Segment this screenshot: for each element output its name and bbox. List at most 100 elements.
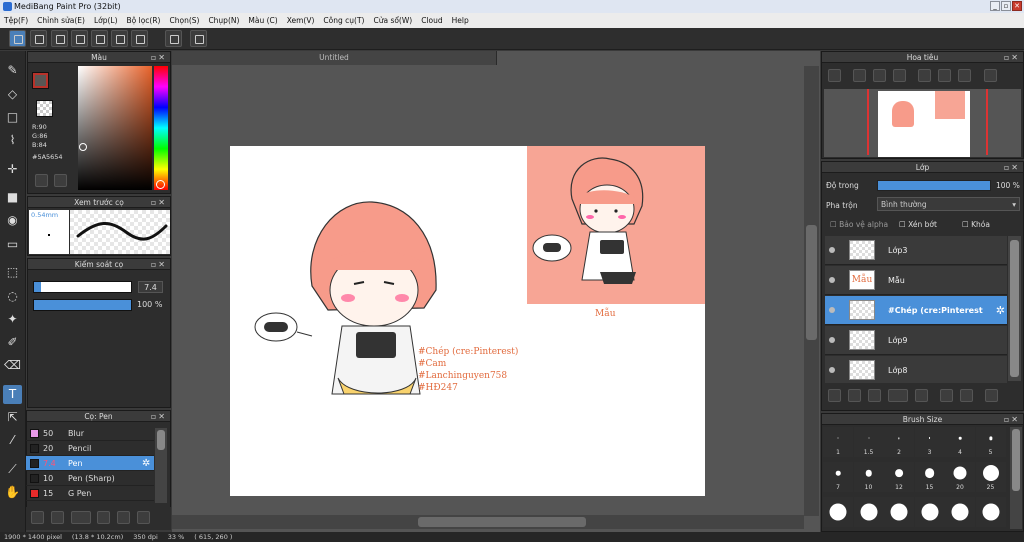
brush-copy-icon[interactable] [137, 511, 150, 524]
gradient-tool-icon[interactable]: ▭ [3, 235, 22, 254]
eyedropper-pen-icon[interactable]: ⁄ [3, 431, 22, 450]
horizontal-scroll-thumb[interactable] [418, 517, 586, 527]
brush-size-preset[interactable]: 4 [945, 427, 975, 457]
size-value[interactable]: 7.4 [138, 281, 163, 293]
new-halftone-layer-icon[interactable] [848, 389, 861, 402]
brush-size-preset[interactable] [823, 497, 853, 527]
eraser-tool-icon[interactable]: ◇ [3, 85, 22, 104]
brush-list-item[interactable]: 10 Pen (Sharp) [26, 471, 154, 486]
layer-opacity-slider[interactable] [877, 180, 991, 191]
brush-size-preset[interactable] [853, 497, 884, 527]
merge-layer-icon[interactable] [960, 389, 973, 402]
magic-wand-icon[interactable]: ✦ [3, 310, 22, 329]
brush-size-preset[interactable] [914, 497, 945, 527]
navigator-preview[interactable] [824, 89, 1021, 157]
vertical-scroll-thumb[interactable] [806, 225, 817, 340]
brush-size-preset[interactable] [945, 497, 975, 527]
brush-list-scrollbar[interactable] [155, 428, 167, 503]
eyedropper-icon[interactable]: ⟋ [3, 460, 22, 479]
bucket-tool-icon[interactable]: ◉ [3, 211, 22, 230]
brush-size-preset[interactable]: 12 [884, 462, 914, 492]
rotate-reset-icon[interactable] [918, 69, 931, 82]
add-layer-menu-icon[interactable] [888, 389, 908, 402]
rotate-icon[interactable] [958, 69, 971, 82]
sub-color-swatch[interactable] [36, 100, 53, 117]
brush-tool-icon[interactable]: ✎ [3, 61, 22, 80]
hand-tool-icon[interactable]: ✋ [3, 483, 22, 502]
menu-tools[interactable]: Công cụ(T) [323, 16, 364, 25]
comment-icon[interactable] [51, 30, 68, 47]
visibility-eye-icon[interactable] [829, 277, 835, 283]
list-icon[interactable] [111, 30, 128, 47]
page-icon[interactable] [91, 30, 108, 47]
brush-size-preset[interactable]: 1 [823, 427, 853, 457]
share-icon[interactable] [30, 30, 47, 47]
layer-row[interactable]: Lớp3 [825, 236, 1007, 265]
lock-checkbox[interactable]: ☐ Khóa [962, 220, 990, 229]
protect-alpha-checkbox[interactable]: ☐ Bảo vệ alpha [830, 220, 888, 229]
menu-color[interactable]: Màu (C) [248, 16, 277, 25]
brush-size-preset[interactable]: 20 [945, 462, 975, 492]
drawing-canvas[interactable]: Mẫu #Chép (cre:Pinterest) #Cam #Lanching… [230, 146, 705, 496]
brush-size-preset[interactable] [884, 497, 914, 527]
opacity-slider[interactable] [33, 299, 132, 311]
visibility-eye-icon[interactable] [829, 367, 835, 373]
layer-settings-gear-icon[interactable]: ✲ [996, 296, 1005, 325]
palette-icon[interactable] [35, 174, 48, 187]
layer-row[interactable]: Lớp8 [825, 356, 1007, 385]
brush-duplicate-icon[interactable] [71, 511, 91, 524]
blend-mode-select[interactable]: Bình thường ▾ [877, 197, 1020, 211]
redo-button[interactable] [190, 30, 207, 47]
operation-tool-icon[interactable]: ⇱ [3, 408, 22, 427]
flip-icon[interactable] [984, 69, 997, 82]
brush-size-preset[interactable]: 5 [975, 427, 1006, 457]
select-pen-icon[interactable]: ✐ [3, 333, 22, 352]
select-rect-icon[interactable]: ⬚ [3, 263, 22, 282]
duplicate-layer-icon[interactable] [940, 389, 953, 402]
menu-view[interactable]: Xem(V) [287, 16, 315, 25]
brush-settings-icon[interactable] [97, 511, 110, 524]
brush-size-preset[interactable]: 10 [853, 462, 884, 492]
brush-list-item[interactable]: 20 Pencil [26, 441, 154, 456]
brush-folder-icon[interactable] [117, 511, 130, 524]
fit-icon[interactable] [873, 69, 886, 82]
layer-row[interactable]: #Chép (cre:Pinterest ✲ [825, 296, 1007, 325]
lasso-select-icon[interactable]: ⌇ [3, 131, 22, 150]
visibility-eye-icon[interactable] [829, 307, 835, 313]
fill-shape-icon[interactable]: ■ [3, 188, 22, 207]
color-settings-icon[interactable] [54, 174, 67, 187]
brush-size-preset[interactable]: 7 [823, 462, 853, 492]
materials-icon[interactable] [71, 30, 88, 47]
brush-list-item[interactable]: 50 Blur [26, 426, 154, 441]
menu-filter[interactable]: Bộ lọc(R) [127, 16, 161, 25]
saturation-value-box[interactable] [78, 66, 152, 190]
new-layer-icon[interactable] [828, 389, 841, 402]
brush-size-preset[interactable] [975, 497, 1006, 527]
grid-icon[interactable] [131, 30, 148, 47]
visibility-eye-icon[interactable] [829, 337, 835, 343]
brush-new-icon[interactable] [51, 511, 64, 524]
layer-row[interactable]: Lớp9 [825, 326, 1007, 355]
brush-size-preset[interactable]: 15 [914, 462, 945, 492]
zoom-in-icon[interactable] [853, 69, 866, 82]
text-tool-icon[interactable]: T [3, 385, 22, 404]
hue-handle[interactable] [156, 180, 165, 189]
cloud-icon[interactable] [9, 30, 26, 47]
visibility-eye-icon[interactable] [829, 247, 835, 253]
hue-slider[interactable] [154, 66, 168, 190]
select-eraser-icon[interactable]: ⌫ [3, 356, 22, 375]
minimize-button[interactable]: _ [990, 1, 1000, 11]
menu-file[interactable]: Tệp(F) [4, 16, 28, 25]
menu-select[interactable]: Chọn(S) [169, 16, 199, 25]
brush-add-icon[interactable] [31, 511, 44, 524]
layer-scrollbar[interactable] [1008, 236, 1021, 381]
move-tool-icon[interactable]: ✛ [3, 160, 22, 179]
layer-row[interactable]: Mẫu Mẫu [825, 266, 1007, 295]
zoom-minus-icon[interactable] [893, 69, 906, 82]
brush-size-scrollbar[interactable] [1010, 427, 1022, 529]
color-picker-handle[interactable] [79, 143, 87, 151]
maximize-button[interactable]: ▫ [1001, 1, 1011, 11]
clipping-checkbox[interactable]: ☐ Xén bớt [899, 220, 937, 229]
brush-size-preset[interactable]: 25 [975, 462, 1006, 492]
brush-list-item[interactable]: 15 G Pen [26, 486, 154, 501]
